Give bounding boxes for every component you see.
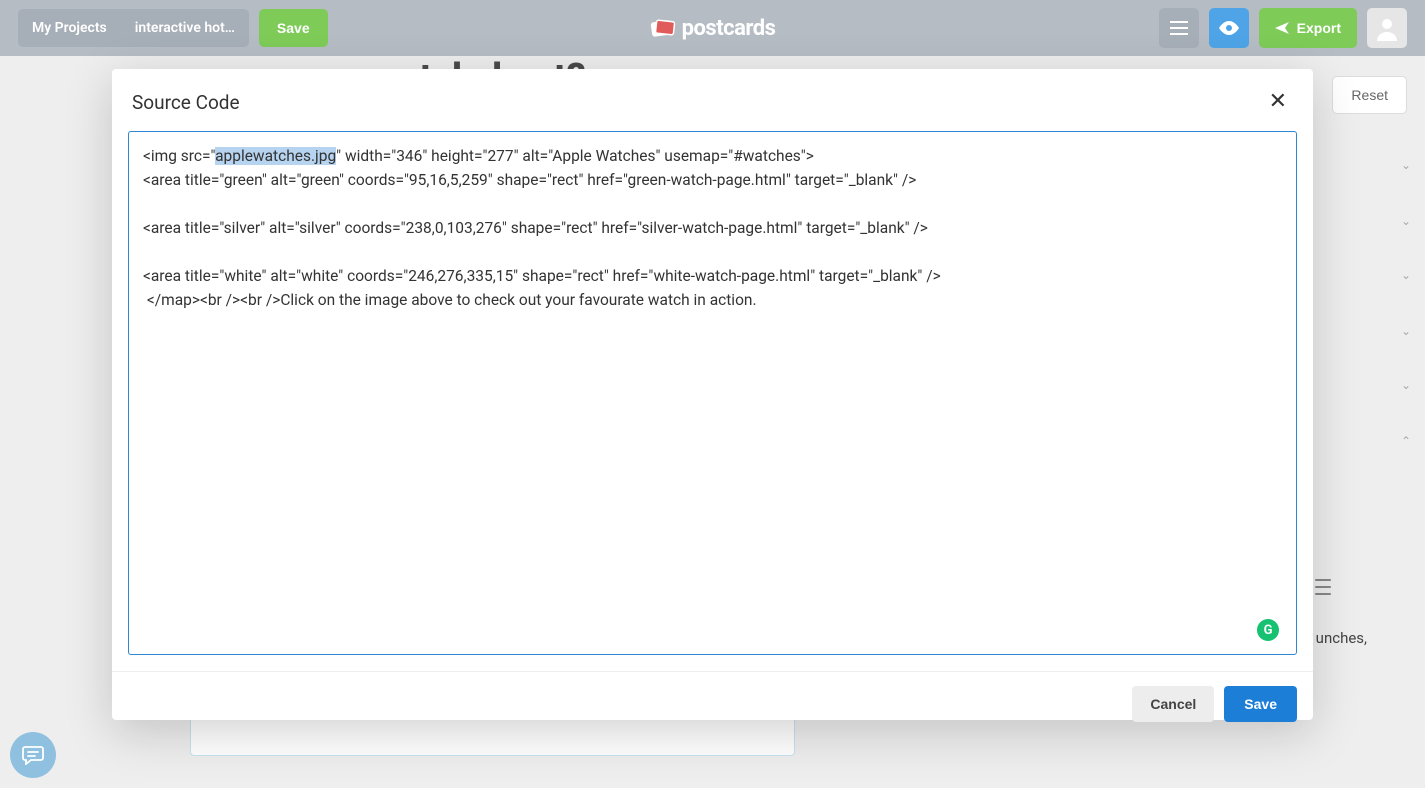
cancel-button[interactable]: Cancel [1132, 686, 1214, 722]
source-code-textarea[interactable]: <img src="applewatches.jpg" width="346" … [128, 131, 1297, 655]
close-icon: ✕ [1269, 89, 1287, 114]
help-chat-button[interactable] [10, 732, 56, 778]
modal-save-button[interactable]: Save [1224, 686, 1297, 722]
chat-icon [22, 745, 44, 765]
source-code-modal: Source Code ✕ <img src="applewatches.jpg… [112, 69, 1313, 720]
code-editor-wrap: <img src="applewatches.jpg" width="346" … [112, 131, 1313, 671]
modal-header: Source Code ✕ [112, 69, 1313, 131]
modal-overlay: Source Code ✕ <img src="applewatches.jpg… [0, 0, 1425, 788]
close-button[interactable]: ✕ [1263, 87, 1293, 117]
modal-title: Source Code [132, 91, 240, 114]
modal-footer: Cancel Save [112, 671, 1313, 736]
grammarly-badge[interactable]: G [1257, 619, 1279, 641]
selected-text: applewatches.jpg [215, 147, 336, 165]
